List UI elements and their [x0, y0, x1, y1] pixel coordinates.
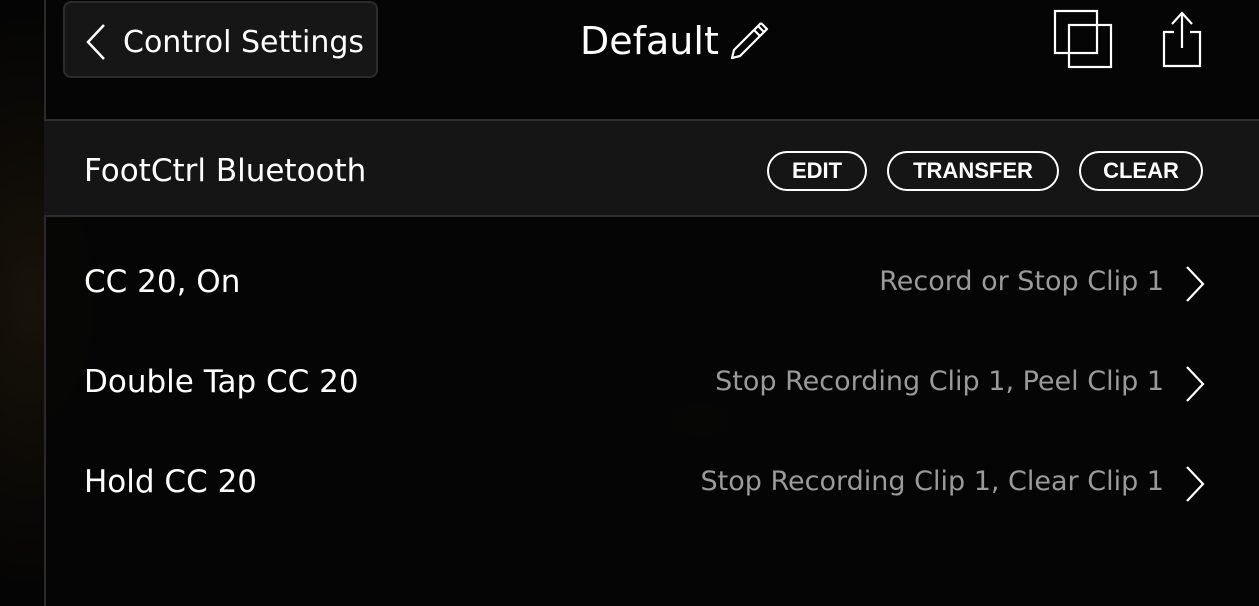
- mapping-action: Stop Recording Clip 1, Clear Clip 1: [700, 466, 1164, 497]
- back-button-label: Control Settings: [123, 25, 365, 60]
- duplicate-icon[interactable]: [1052, 8, 1114, 70]
- mapping-action: Stop Recording Clip 1, Peel Clip 1: [715, 366, 1164, 397]
- transfer-button[interactable]: TRANSFER: [887, 151, 1059, 191]
- chevron-left-icon: [86, 24, 105, 60]
- chevron-right-icon: [1186, 366, 1205, 402]
- chevron-right-icon: [1186, 266, 1205, 302]
- page-title: Default: [580, 19, 719, 63]
- mapping-row-hold[interactable]: Hold CC 20 Stop Recording Clip 1, Clear …: [44, 432, 1259, 532]
- mapping-row-double-tap[interactable]: Double Tap CC 20 Stop Recording Clip 1, …: [44, 332, 1259, 432]
- pencil-icon[interactable]: [728, 18, 772, 60]
- mapping-row-cc20-on[interactable]: CC 20, On Record or Stop Clip 1: [44, 232, 1259, 332]
- device-name: FootCtrl Bluetooth: [84, 153, 367, 189]
- mapping-trigger: Hold CC 20: [84, 464, 258, 500]
- mapping-action: Record or Stop Clip 1: [879, 266, 1164, 297]
- device-bar: FootCtrl Bluetooth EDIT TRANSFER CLEAR: [44, 119, 1259, 217]
- back-button[interactable]: Control Settings: [63, 1, 378, 78]
- chevron-right-icon: [1186, 466, 1205, 502]
- mapping-trigger: Double Tap CC 20: [84, 364, 359, 400]
- edit-button[interactable]: EDIT: [767, 151, 867, 191]
- share-icon[interactable]: [1160, 10, 1204, 68]
- mapping-trigger: CC 20, On: [84, 264, 241, 300]
- clear-button[interactable]: CLEAR: [1079, 151, 1203, 191]
